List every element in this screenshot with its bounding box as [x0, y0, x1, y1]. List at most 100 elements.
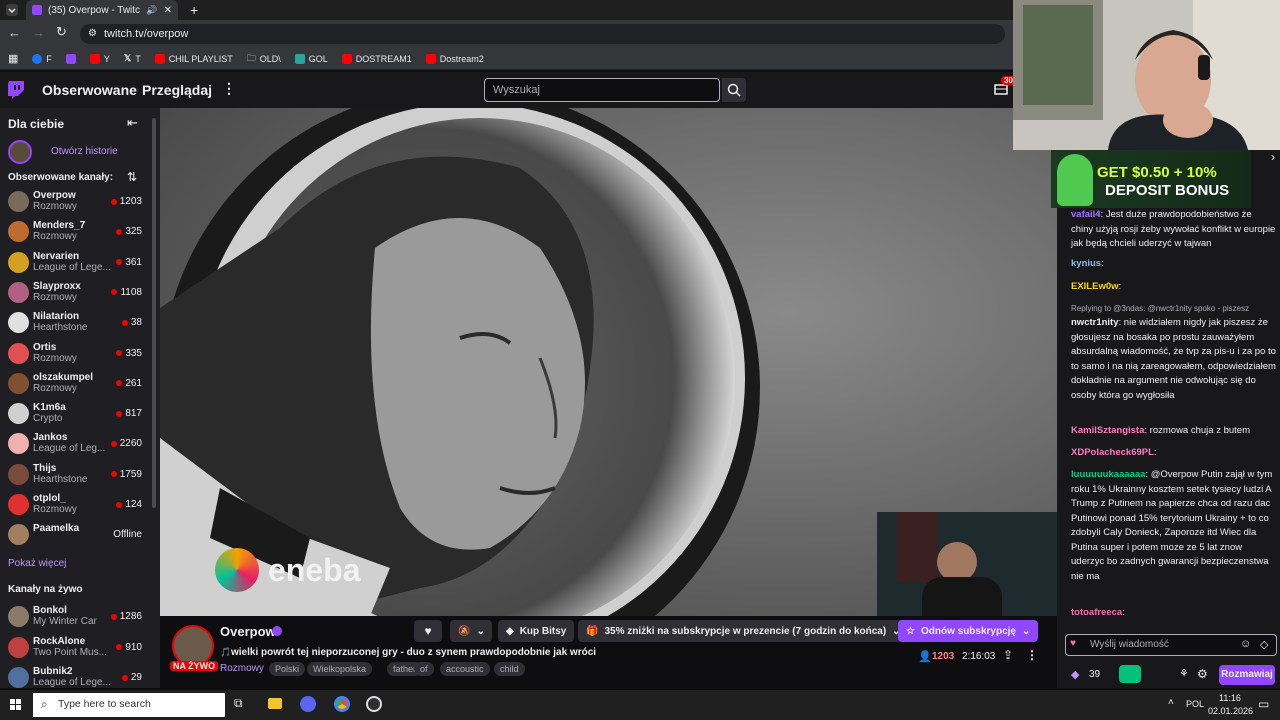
bookmark-youtube[interactable]: Y	[89, 53, 110, 64]
search-button[interactable]	[722, 78, 746, 102]
sidebar-channel-item[interactable]: Ortis Rozmowy 335	[0, 339, 150, 369]
file-explorer-icon[interactable]	[268, 698, 282, 709]
claim-points-button[interactable]	[1119, 665, 1141, 683]
nav-followed[interactable]: Obserwowane	[42, 82, 137, 98]
bookmark-gol[interactable]: GOL	[294, 53, 328, 64]
bookmark-chill-playlist[interactable]: CHIL PLAYLIST	[154, 53, 233, 64]
nav-browse[interactable]: Przeglądaj	[142, 82, 212, 98]
bookmark-folder-old[interactable]: 🗀 OLD\	[247, 51, 281, 67]
stream-tag[interactable]: of	[414, 662, 434, 676]
chrome-app-icon[interactable]	[334, 696, 350, 712]
webcam-frame	[1013, 0, 1280, 150]
sidebar-scrollbar[interactable]	[152, 118, 156, 508]
chevron-right-icon[interactable]: ›	[1271, 150, 1275, 164]
gift-icon[interactable]: ♥	[1070, 638, 1076, 649]
chat-send-button[interactable]: Rozmawiaj	[1219, 665, 1275, 685]
sidebar-channel-item[interactable]: Thijs Hearthstone 1759	[0, 460, 150, 490]
chevron-down-icon: ⌄	[476, 625, 485, 637]
url-field[interactable]: ⚙ twitch.tv/overpow	[80, 24, 1005, 44]
sidebar-channel-item[interactable]: otplol_ Rozmowy 124	[0, 490, 150, 520]
sidebar-channel-item[interactable]: Bubnik2 League of Lege... 29	[0, 663, 150, 688]
gift-sub-promo[interactable]: 🎁 35% zniżki na subskrypcje w prezencie (…	[578, 620, 909, 642]
taskbar-search[interactable]: ⌕ Type here to search	[33, 693, 225, 717]
discord-app-icon[interactable]	[300, 696, 316, 712]
chat-username[interactable]: XDPolacheck69PL	[1071, 447, 1154, 458]
back-icon[interactable]: ←	[8, 25, 21, 40]
chat-input[interactable]: ♥ Wyślij wiadomość ☺ ◇	[1065, 634, 1277, 656]
audio-icon[interactable]: 🔊	[146, 5, 157, 16]
sidebar-channel-item[interactable]: Nervarien League of Lege... 361	[0, 248, 150, 278]
chat-username[interactable]: EXILEw0w	[1071, 281, 1119, 292]
reload-icon[interactable]: ↻	[56, 24, 67, 40]
chat-username[interactable]: kynius	[1071, 258, 1101, 269]
settings-icon[interactable]: ⚙	[1197, 667, 1208, 681]
more-options-icon[interactable]: ⋮	[1026, 648, 1038, 662]
channel-name: Slayproxx	[33, 280, 81, 292]
sidebar-channel-item[interactable]: Overpow Rozmowy 1203	[0, 187, 150, 217]
close-tab-icon[interactable]: ✕	[164, 5, 172, 16]
show-more-link[interactable]: Pokaż więcej	[8, 558, 66, 569]
live-dot-icon	[116, 410, 123, 417]
tab-list-button[interactable]	[6, 4, 18, 16]
bookmark-dostream1[interactable]: DOSTREAM1	[341, 53, 412, 64]
collapse-sidebar-icon[interactable]: ⇤	[127, 115, 138, 131]
community-icon[interactable]: ⚘	[1179, 667, 1189, 680]
sidebar-channel-item[interactable]: Paamelka Offline	[0, 520, 150, 550]
browser-tab[interactable]: (35) Overpow - Twitch 🔊 ✕	[26, 0, 178, 20]
forward-icon[interactable]: →	[32, 25, 45, 40]
bits-icon[interactable]: ◇	[1260, 638, 1268, 651]
ad-banner[interactable]: GET $0.50 + 10% DEPOSIT BONUS	[1051, 150, 1251, 208]
site-info-icon[interactable]: ⚙	[88, 24, 97, 44]
apps-icon[interactable]: ▦	[8, 52, 18, 65]
share-icon[interactable]: ⇪	[1003, 648, 1013, 662]
bookmark-x[interactable]: 𝕏T	[124, 53, 141, 64]
sidebar-channel-item[interactable]: RockAlone Two Point Mus... 910	[0, 633, 150, 663]
clock-date[interactable]: 02.01.2026	[1208, 706, 1253, 716]
task-view-icon[interactable]: ⧉	[234, 696, 243, 711]
chat-username[interactable]: luuuuuukaaaaaa	[1071, 469, 1145, 480]
channel-name[interactable]: Overpow	[220, 624, 276, 639]
sidebar-channel-item[interactable]: Slayproxx Rozmowy 1108	[0, 278, 150, 308]
new-tab-button[interactable]: +	[190, 2, 198, 18]
chat-username[interactable]: KamilSztangista	[1071, 425, 1144, 436]
sidebar-channel-item[interactable]: Jankos League of Leg... 2260	[0, 429, 150, 459]
clock-time[interactable]: 11:16	[1219, 693, 1241, 703]
sidebar-channel-item[interactable]: K1m6a Crypto 817	[0, 399, 150, 429]
stream-tag[interactable]: child	[494, 662, 525, 676]
channel-viewers: 1759	[110, 469, 142, 480]
sidebar-channel-item[interactable]: Menders_7 Rozmowy 325	[0, 217, 150, 247]
chat-username[interactable]: vafail4	[1071, 209, 1101, 220]
resubscribe-button[interactable]: ☆ Odnów subskrypcję ⌄	[898, 620, 1039, 642]
live-dot-icon	[110, 471, 117, 478]
emote-picker-icon[interactable]: ☺	[1240, 638, 1251, 650]
sidebar-channel-item[interactable]: Nilatarion Hearthstone 38	[0, 308, 150, 338]
chat-username[interactable]: totoafreeca	[1071, 607, 1122, 618]
stream-tag[interactable]: accoustic	[440, 662, 490, 676]
stories-avatar[interactable]	[8, 140, 32, 164]
bookmark-facebook[interactable]: F	[32, 53, 52, 64]
sidebar-channel-item[interactable]: Bonkol My Winter Car 1286	[0, 602, 150, 632]
stream-tag[interactable]: Wielkopolska	[307, 662, 373, 676]
search-input[interactable]: Wyszukaj	[484, 78, 720, 102]
sort-icon[interactable]: ⇅	[127, 170, 137, 184]
twitch-logo-icon[interactable]	[8, 81, 24, 99]
notifications-toggle[interactable]: 🔕 ⌄	[450, 620, 492, 642]
language-indicator[interactable]: POL	[1186, 699, 1204, 709]
video-player[interactable]: eneba	[160, 108, 1057, 616]
chat-username[interactable]: nwctr1nity	[1071, 317, 1119, 328]
live-channels-heading: Kanały na żywo	[8, 584, 83, 595]
bookmark-dostream2[interactable]: Dostream2	[425, 53, 484, 64]
tray-chevron-up-icon[interactable]: ˄	[1168, 697, 1174, 708]
channel-points-icon[interactable]: ◆	[1071, 668, 1079, 681]
notification-center-icon[interactable]: ▭	[1258, 697, 1269, 711]
bookmark-twitch[interactable]	[65, 53, 76, 64]
stream-category[interactable]: Rozmowy	[220, 663, 264, 674]
open-stories-link[interactable]: Otwórz historie	[51, 146, 118, 157]
obs-app-icon[interactable]	[366, 696, 382, 712]
stream-tag[interactable]: Polski	[269, 662, 306, 676]
more-icon[interactable]: ⋮	[222, 80, 236, 97]
windows-start-icon[interactable]	[10, 699, 22, 711]
sidebar-channel-item[interactable]: olszakumpel Rozmowy 261	[0, 369, 150, 399]
follow-button[interactable]: ♥	[414, 620, 442, 642]
buy-bits-button[interactable]: ◆ Kup Bitsy	[498, 620, 575, 642]
